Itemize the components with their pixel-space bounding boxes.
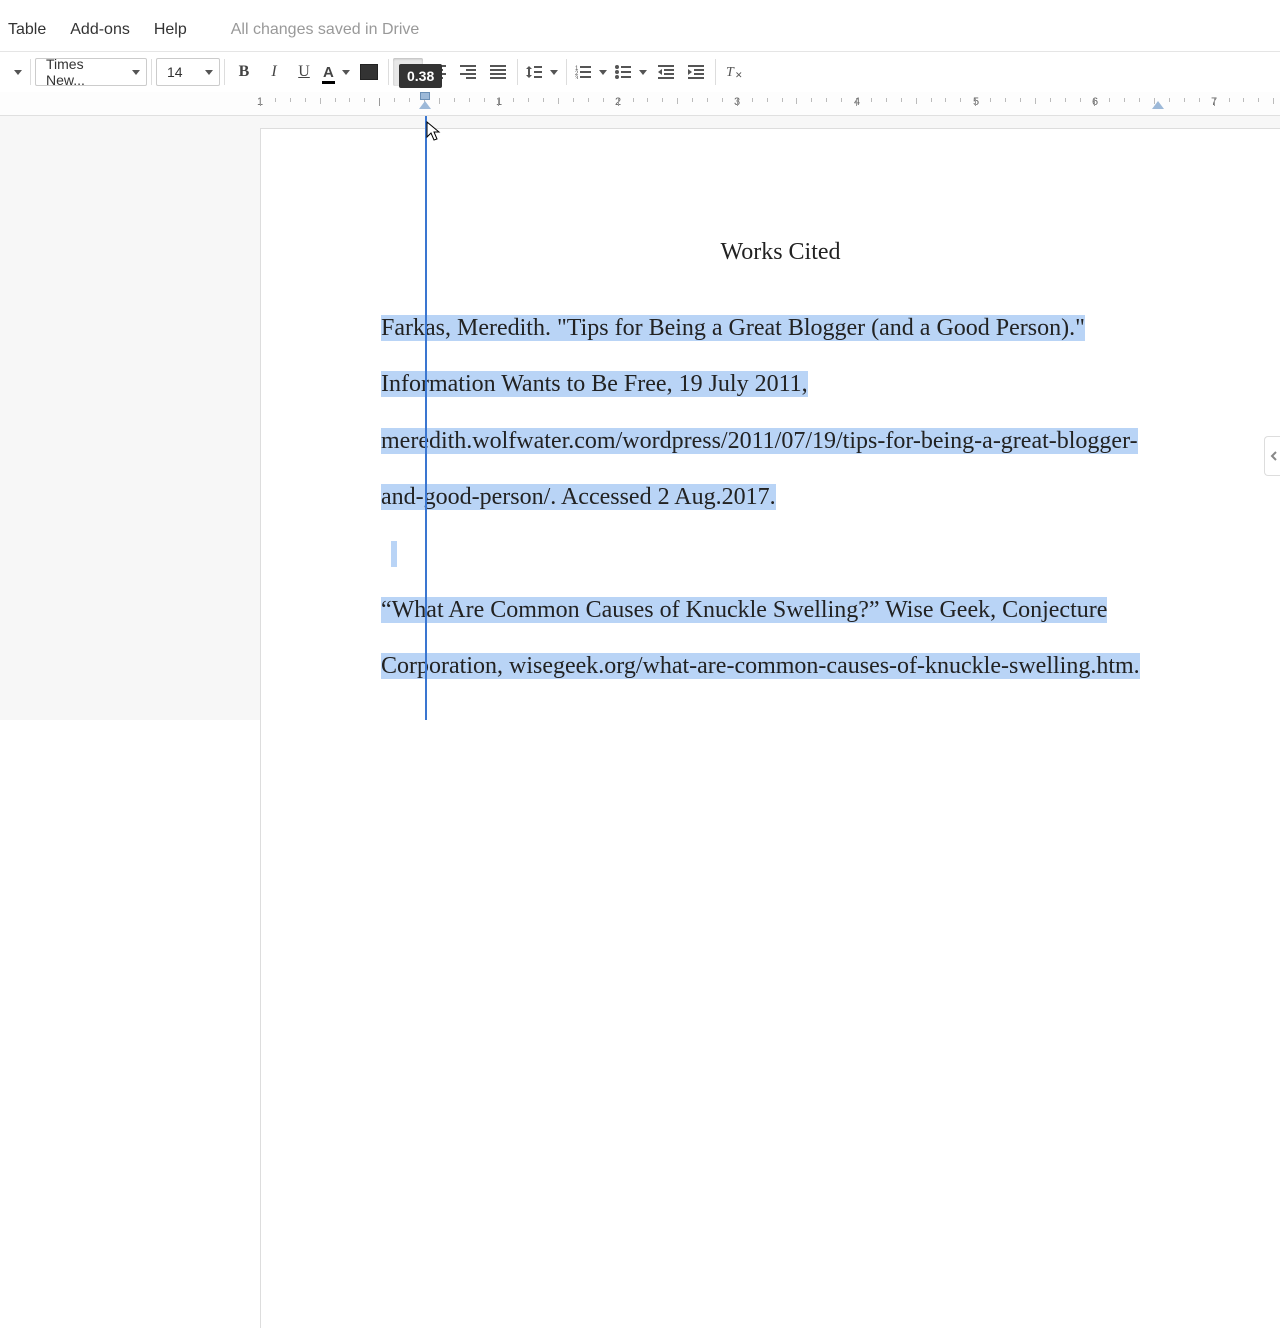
ruler[interactable]: 11234567 0.38	[0, 92, 1280, 116]
highlight-icon	[360, 64, 378, 80]
underline-button[interactable]: U	[289, 58, 319, 86]
menu-help[interactable]: Help	[154, 21, 187, 39]
font-size-select[interactable]: 14	[156, 58, 220, 86]
citation-entry[interactable]: Farkas, Meredith. "Tips for Being a Grea…	[381, 300, 1180, 526]
chevron-down-icon	[205, 70, 213, 75]
save-status: All changes saved in Drive	[231, 21, 420, 39]
separator	[517, 59, 518, 85]
line-spacing-button[interactable]	[522, 58, 562, 86]
chevron-down-icon	[342, 70, 350, 75]
chevron-down-icon	[550, 70, 558, 75]
separator	[715, 59, 716, 85]
selected-text: Farkas, Meredith. "Tips for Being a Grea…	[381, 315, 1138, 510]
align-justify-button[interactable]	[483, 58, 513, 86]
chevron-down-icon	[599, 70, 607, 75]
ruler-track[interactable]: 11234567	[260, 92, 1280, 116]
font-family-select[interactable]: Times New...	[35, 58, 147, 86]
citation-entry-blank[interactable]	[391, 526, 1180, 582]
svg-text:✕: ✕	[735, 70, 743, 80]
toolbar: Times New... 14 B I U A	[0, 52, 1280, 92]
align-right-icon	[460, 65, 476, 79]
increase-indent-button[interactable]	[681, 58, 711, 86]
ruler-number: 4	[854, 96, 860, 108]
explore-tab[interactable]	[1264, 436, 1280, 476]
indent-guide-line	[425, 116, 427, 720]
first-line-indent-marker[interactable]	[420, 92, 430, 100]
separator	[388, 59, 389, 85]
clear-formatting-button[interactable]: T ✕	[720, 58, 750, 86]
text-color-icon: A	[323, 64, 334, 81]
menu-addons[interactable]: Add-ons	[70, 21, 130, 39]
bulleted-list-button[interactable]	[611, 58, 651, 86]
numbered-list-button[interactable]: 1 2 3	[571, 58, 611, 86]
page-title: Works Cited	[381, 239, 1180, 266]
menu-table[interactable]: Table	[8, 21, 46, 39]
decrease-indent-button[interactable]	[651, 58, 681, 86]
font-family-value: Times New...	[46, 56, 126, 88]
bulleted-list-icon	[615, 65, 631, 79]
line-spacing-icon	[526, 65, 542, 79]
styles-dropdown[interactable]	[4, 58, 26, 86]
chevron-left-icon	[1269, 451, 1279, 461]
separator	[30, 59, 31, 85]
chevron-down-icon	[132, 70, 140, 75]
text-color-button[interactable]: A	[319, 58, 354, 86]
font-size-value: 14	[167, 64, 183, 80]
align-right-button[interactable]	[453, 58, 483, 86]
italic-button[interactable]: I	[259, 58, 289, 86]
selected-text	[391, 541, 397, 567]
chevron-down-icon	[639, 70, 647, 75]
right-indent-marker[interactable]	[1152, 101, 1164, 109]
indent-value-tooltip: 0.38	[399, 64, 442, 88]
document-page[interactable]: Works Cited Farkas, Meredith. "Tips for …	[260, 128, 1280, 1328]
clear-formatting-icon: T ✕	[726, 64, 744, 80]
left-indent-marker[interactable]	[419, 101, 431, 109]
highlight-color-button[interactable]	[354, 58, 384, 86]
align-justify-icon	[490, 65, 506, 79]
svg-text:3: 3	[575, 76, 579, 79]
separator	[151, 59, 152, 85]
svg-text:T: T	[726, 65, 735, 80]
separator	[566, 59, 567, 85]
decrease-indent-icon	[658, 65, 674, 79]
citation-entry[interactable]: “What Are Common Causes of Knuckle Swell…	[381, 582, 1180, 695]
menubar: Table Add-ons Help All changes saved in …	[0, 0, 1280, 52]
workspace: 11234567 0.38 Works Cited Farkas, Meredi…	[0, 92, 1280, 720]
separator	[224, 59, 225, 85]
numbered-list-icon: 1 2 3	[575, 65, 591, 79]
increase-indent-icon	[688, 65, 704, 79]
bold-button[interactable]: B	[229, 58, 259, 86]
selected-text: “What Are Common Causes of Knuckle Swell…	[381, 597, 1140, 679]
